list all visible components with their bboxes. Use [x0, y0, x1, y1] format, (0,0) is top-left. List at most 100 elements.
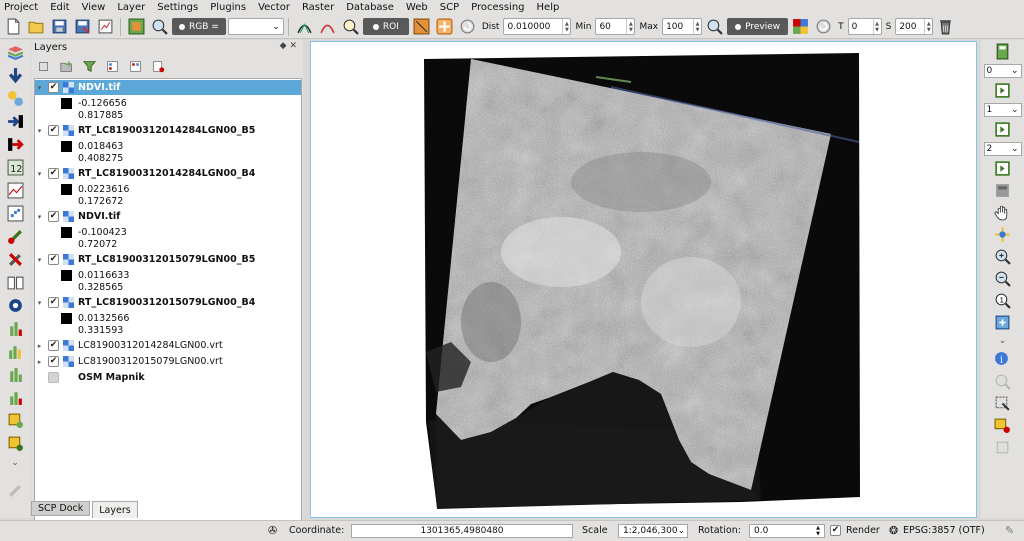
zoom-native-icon[interactable]: 1	[992, 291, 1014, 310]
select-features-icon[interactable]	[992, 394, 1014, 413]
measure-disabled-icon[interactable]	[992, 438, 1014, 457]
classification-preview-icon[interactable]	[790, 17, 811, 37]
render-checkbox[interactable]	[830, 525, 841, 536]
zoom-to-preview-icon[interactable]	[704, 17, 725, 37]
scp-band-set-icon[interactable]	[126, 17, 147, 37]
menu-project[interactable]: Project	[4, 2, 38, 13]
zoom-out-icon[interactable]	[992, 269, 1014, 288]
zoom-full-icon[interactable]	[992, 313, 1014, 332]
spin-arrows-icon[interactable]: ▲ ▼	[693, 19, 701, 34]
zoom-to-roi-icon[interactable]	[340, 17, 361, 37]
menu-web[interactable]: Web	[406, 2, 428, 13]
remove-layer-icon[interactable]	[150, 58, 167, 75]
spin-arrows-icon[interactable]: ▲ ▼	[626, 19, 634, 34]
print-composer-icon[interactable]	[95, 17, 116, 37]
redo-roi-icon[interactable]	[457, 17, 478, 37]
histogram-compare-icon[interactable]	[3, 341, 27, 362]
max-spinbox[interactable]: 100 ▲ ▼	[662, 18, 703, 35]
layer-row[interactable]: ▾ RT_LC81900312014284LGN00_B5	[35, 123, 255, 138]
rgb-composite-button[interactable]: RGB =	[172, 18, 226, 35]
size-spinbox[interactable]: 200 ▲ ▼	[895, 18, 934, 35]
expand-all-icon[interactable]	[104, 58, 121, 75]
expand-toggle-icon[interactable]: ▸	[35, 358, 44, 366]
dist-spinbox[interactable]: 0.010000 ▲ ▼	[503, 18, 572, 35]
scale-combo[interactable]: 1:2,046,300 ⌄	[618, 524, 688, 538]
layer-visibility-checkbox[interactable]	[48, 297, 59, 308]
menu-help[interactable]: Help	[537, 2, 560, 13]
scatter-plot-icon[interactable]	[3, 203, 27, 224]
expand-toggle-icon[interactable]: ▾	[35, 170, 44, 178]
tools-wrench-icon[interactable]	[3, 249, 27, 270]
transparency-spinbox[interactable]: 0 ▲ ▼	[847, 18, 882, 35]
menu-settings[interactable]: Settings	[157, 2, 198, 13]
rotation-spinbox[interactable]: 0.0 ▲ ▼	[749, 524, 825, 538]
expand-toggle-icon[interactable]: ▾	[35, 256, 44, 264]
classification-green-icon[interactable]	[3, 433, 27, 454]
layer-stack-icon[interactable]	[3, 42, 27, 63]
layer-visibility-checkbox[interactable]	[48, 356, 59, 367]
band-r-spinbox[interactable]: 0 ⌄	[983, 64, 1022, 78]
tab-scp-dock[interactable]: SCP Dock	[31, 501, 91, 516]
layer-visibility-checkbox[interactable]	[48, 82, 59, 93]
save-as-icon[interactable]	[72, 17, 93, 37]
create-roi-icon[interactable]	[411, 17, 432, 37]
crs-globe-icon[interactable]: ❂	[889, 524, 898, 537]
layer-row[interactable]: ▸ LC81900312014284LGN00.vrt	[35, 338, 223, 353]
pre-processing-icon[interactable]	[3, 111, 27, 132]
menu-vector[interactable]: Vector	[258, 2, 290, 13]
layer-visibility-checkbox[interactable]	[48, 168, 59, 179]
band-b-toggle-icon[interactable]	[992, 159, 1014, 178]
band-b-spinbox[interactable]: 2 ⌄	[983, 142, 1022, 156]
user-manual-icon[interactable]	[3, 272, 27, 293]
zoom-to-image-icon[interactable]	[149, 17, 170, 37]
open-project-icon[interactable]	[26, 17, 47, 37]
local-cumulative-stretch-icon[interactable]	[294, 17, 315, 37]
menu-layer[interactable]: Layer	[117, 2, 145, 13]
layer-row[interactable]: OSM Mapnik	[35, 370, 145, 385]
band-calc-icon[interactable]: 12	[3, 157, 27, 178]
expand-toggle-icon[interactable]: ▾	[35, 299, 44, 307]
pan-to-selection-icon[interactable]	[992, 225, 1014, 244]
settings-gear-icon[interactable]	[3, 295, 27, 316]
message-log-icon[interactable]: ✎	[1005, 524, 1014, 537]
layer-visibility-checkbox[interactable]	[48, 254, 59, 265]
expand-toggle-icon[interactable]: ▾	[35, 84, 44, 92]
more-chevron-icon[interactable]: ⌄	[3, 456, 27, 470]
layer-visibility-checkbox[interactable]	[48, 211, 59, 222]
new-project-icon[interactable]	[3, 17, 24, 37]
layer-row[interactable]: ▾ RT_LC81900312014284LGN00_B4	[35, 166, 255, 181]
spectral-plot-icon[interactable]	[3, 180, 27, 201]
annotation-icon[interactable]	[992, 416, 1014, 435]
histogram-green-icon[interactable]	[3, 318, 27, 339]
pan-hand-icon[interactable]	[992, 203, 1014, 222]
histogram-alt-icon[interactable]	[3, 387, 27, 408]
spin-arrows-icon[interactable]: ▲ ▼	[924, 19, 932, 34]
band-r-toggle-icon[interactable]	[992, 81, 1014, 100]
disabled-tool-icon[interactable]	[3, 480, 27, 501]
calculator-icon[interactable]	[992, 42, 1014, 61]
crs-label[interactable]: EPSG:3857 (OTF)	[903, 525, 985, 536]
classification-yellow-icon[interactable]	[3, 410, 27, 431]
identify-icon[interactable]: i	[992, 350, 1014, 369]
remove-temp-files-icon[interactable]	[935, 17, 956, 37]
save-project-icon[interactable]	[49, 17, 70, 37]
expand-toggle-icon[interactable]: ▾	[35, 213, 44, 221]
coordinate-mouse-icon[interactable]: ✇	[268, 524, 277, 537]
layer-row[interactable]: ▸ LC81900312015079LGN00.vrt	[35, 354, 223, 369]
band-combination-icon[interactable]	[992, 181, 1014, 200]
expand-toggle-icon[interactable]: ▸	[35, 342, 44, 350]
menu-raster[interactable]: Raster	[302, 2, 334, 13]
band-g-toggle-icon[interactable]	[992, 120, 1014, 139]
add-roi-icon[interactable]	[434, 17, 455, 37]
menu-database[interactable]: Database	[346, 2, 394, 13]
layer-row[interactable]: ▾ NDVI.tif	[35, 80, 301, 95]
zoom-in-icon[interactable]	[992, 247, 1014, 266]
coordinate-field[interactable]: 1301365,4980480	[351, 524, 573, 538]
menu-plugins[interactable]: Plugins	[210, 2, 246, 13]
preview-button[interactable]: Preview	[727, 18, 789, 35]
filter-legend-icon[interactable]	[81, 58, 98, 75]
layer-row[interactable]: ▾ NDVI.tif	[35, 209, 120, 224]
spin-arrows-icon[interactable]: ▲ ▼	[872, 19, 881, 34]
batch-icon[interactable]	[3, 226, 27, 247]
histogram-icon[interactable]	[3, 364, 27, 385]
